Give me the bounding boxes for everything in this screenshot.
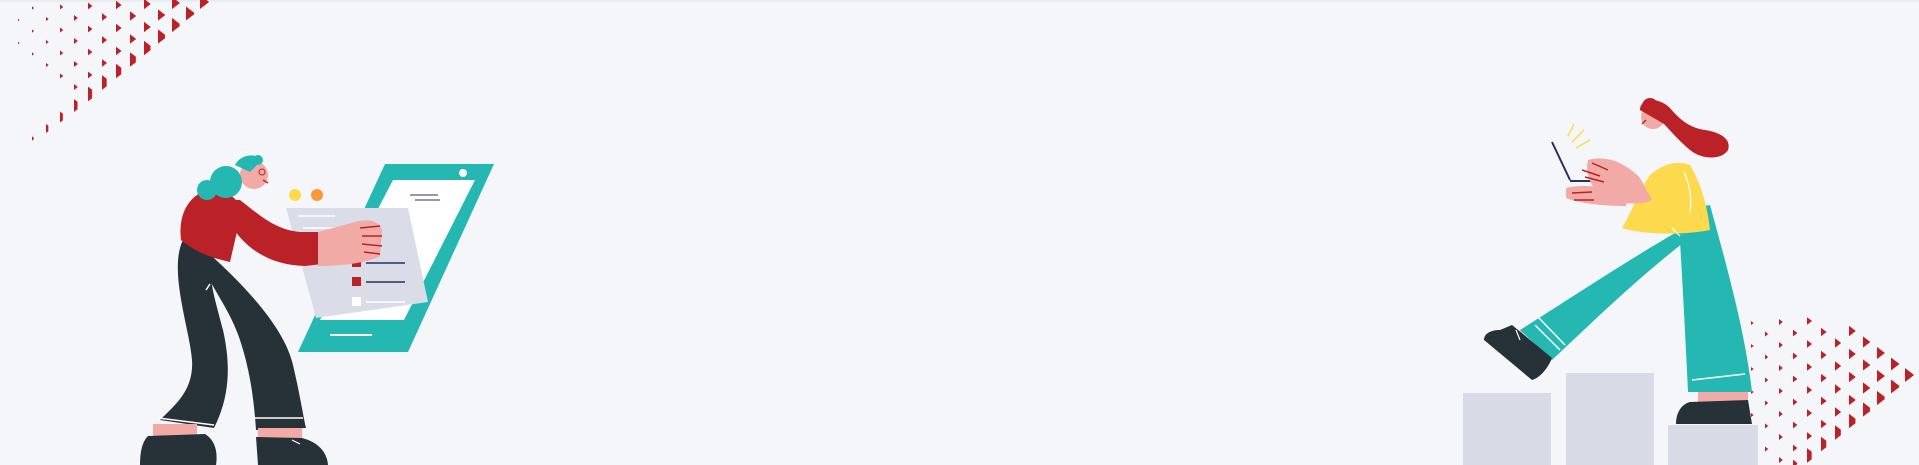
woman-with-tablet-illustration <box>140 155 494 465</box>
triangle-icon <box>1779 342 1783 348</box>
triangle-icon <box>116 0 122 10</box>
triangle-icon <box>200 0 210 9</box>
triangle-icon <box>1765 400 1769 406</box>
triangle-icon <box>1807 432 1813 440</box>
triangle-icon <box>158 9 166 21</box>
triangle-icon <box>74 61 78 67</box>
triangle-icon <box>1835 361 1842 371</box>
woman-with-laptop-illustration <box>1463 98 1758 465</box>
yellow-dot-icon <box>289 189 301 201</box>
triangle-icon <box>60 50 64 56</box>
triangle-icon <box>1751 412 1754 418</box>
triangle-icon <box>1807 386 1813 394</box>
triangle-icon <box>130 11 137 21</box>
triangle-icon <box>1835 338 1842 348</box>
triangle-icon <box>1821 373 1827 383</box>
triangle-icon <box>1877 369 1885 383</box>
triangle-icon <box>1793 352 1798 360</box>
triangle-icon <box>1849 371 1856 383</box>
triangle-icon <box>1821 327 1827 337</box>
triangle-icon <box>1765 446 1769 452</box>
triangle-icon <box>1779 365 1783 371</box>
triangle-icon <box>88 2 93 10</box>
triangle-icon <box>88 48 93 56</box>
triangle-icon <box>60 73 64 79</box>
triangle-icon <box>46 39 49 45</box>
triangle-icon <box>144 0 151 10</box>
triangle-icon <box>74 15 78 21</box>
triangle-icon <box>1821 396 1827 406</box>
triangle-icon <box>1807 317 1813 325</box>
triangle-icon <box>88 71 93 79</box>
triangle-icon <box>1793 444 1798 452</box>
triangle-icon <box>32 6 35 10</box>
triangle-icon <box>1779 319 1783 325</box>
triangle-icon <box>1751 320 1754 326</box>
triangle-icon <box>1877 346 1885 360</box>
triangle-icon <box>1765 331 1769 337</box>
triangle-icon <box>1751 343 1754 349</box>
triangle-icon <box>102 59 108 67</box>
triangle-icon <box>1835 384 1842 394</box>
triangle-icon <box>1863 382 1871 394</box>
triangle-icon <box>1751 366 1754 372</box>
orange-dot-icon <box>311 189 323 201</box>
triangle-icon <box>1863 336 1871 348</box>
triangle-icon <box>1821 350 1827 360</box>
triangle-icon <box>1807 340 1813 348</box>
triangle-icon <box>46 16 49 22</box>
triangle-icon <box>1765 377 1769 383</box>
triangle-icon <box>60 4 64 10</box>
triangle-icon <box>74 38 78 44</box>
triangle-icon <box>1779 434 1783 440</box>
triangle-icon <box>1793 375 1798 383</box>
triangle-icon <box>1765 423 1769 429</box>
triangle-icon <box>1765 354 1769 360</box>
triangle-icon <box>1793 421 1798 429</box>
hero-illustration-banner <box>18 0 1915 465</box>
triangle-icon <box>1849 348 1856 360</box>
triangle-icon <box>172 0 180 10</box>
triangle-icon <box>116 46 122 56</box>
triangle-icon <box>102 36 108 44</box>
triangle-icon <box>1849 325 1856 337</box>
triangle-icon <box>1793 329 1798 337</box>
triangle-icon <box>1863 359 1871 371</box>
triangle-icon <box>1779 457 1783 463</box>
triangle-pattern-top-left <box>18 0 210 141</box>
step-block <box>1566 373 1654 465</box>
triangle-icon <box>1905 368 1915 382</box>
triangle-icon <box>1891 357 1900 371</box>
triangle-icon <box>1779 411 1783 417</box>
triangle-icon <box>1779 388 1783 394</box>
triangle-icon <box>102 13 108 21</box>
triangle-icon <box>18 18 20 22</box>
triangle-icon <box>1821 419 1827 429</box>
step-block <box>1668 425 1758 465</box>
triangle-icon <box>32 52 35 56</box>
triangle-icon <box>74 84 78 90</box>
triangle-icon <box>1849 394 1856 406</box>
triangle-icon <box>32 29 35 33</box>
triangle-icon <box>116 23 122 33</box>
step-block <box>1463 393 1551 465</box>
triangle-pattern-bottom-right <box>1751 317 1915 465</box>
triangle-icon <box>1835 407 1842 417</box>
triangle-icon <box>1807 363 1813 371</box>
triangle-icon <box>88 25 93 33</box>
triangle-icon <box>60 27 64 33</box>
triangle-icon <box>18 41 20 45</box>
triangle-icon <box>1793 398 1798 406</box>
triangle-icon <box>144 21 151 33</box>
triangle-icon <box>186 7 195 21</box>
triangle-icon <box>1891 380 1900 394</box>
triangle-icon <box>1807 409 1813 417</box>
triangle-icon <box>46 62 49 68</box>
triangle-icon <box>130 34 137 44</box>
